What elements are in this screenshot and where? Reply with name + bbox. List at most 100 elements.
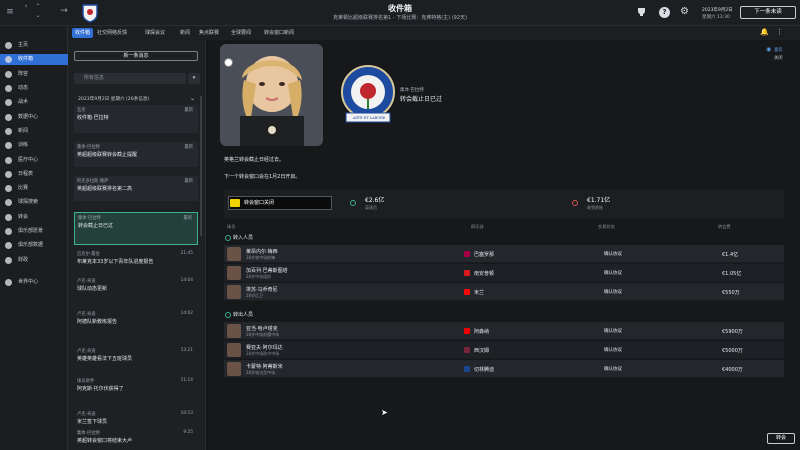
preferences-link[interactable]: 喜欢 (774, 47, 783, 53)
tab-bar: 收件箱 社交网络反馈 球探会议 新闻 焦点联赛 全球要闻 转会窗口新闻 (68, 26, 800, 40)
nav-up-icon[interactable]: ⌃ (32, 3, 44, 10)
incoming-section-header: 转入人员 (224, 233, 784, 243)
sidebar-item-5[interactable]: 数据中心 (0, 112, 68, 123)
message-time: 14:04 (180, 278, 193, 283)
col-fee[interactable]: 转会费 (718, 224, 731, 230)
continue-button[interactable]: 转会 (767, 433, 795, 444)
sidebar-item-label: 新闻 (18, 128, 29, 134)
player-name[interactable]: 卡蒙特·阿蒂斯米 (246, 363, 283, 370)
sidebar-item-6[interactable]: 新闻 (0, 126, 68, 137)
message-subject: 英雄英雄看法下五班球员 (77, 356, 133, 362)
sidebar-item-12[interactable]: 转会 (0, 212, 68, 223)
player-avatar (227, 343, 241, 357)
filter-dropdown-icon[interactable]: ▾ (188, 73, 200, 84)
next-unread-button[interactable]: 下一条未读 (740, 6, 796, 19)
transfer-fee: €5000万 (722, 348, 743, 354)
club-name[interactable]: 阿森纳 (474, 328, 489, 335)
new-message-button[interactable]: 新一条消息 (74, 51, 198, 61)
more-options-icon[interactable]: ⋮ (776, 28, 783, 36)
message-item[interactable]: 卢克·肯迪 13:21 英雄英雄看法下五班球员 (74, 346, 198, 371)
tab-0[interactable]: 收件箱 (72, 28, 94, 38)
message-sender: 卢克·肯迪 (77, 312, 96, 317)
club-name[interactable]: 巴塞罗那 (474, 251, 494, 258)
tab-1[interactable]: 社交网络反馈 (94, 28, 130, 38)
table-row[interactable]: 埃苏·马乔奇尼 28岁后卫 米兰 确认协议 €550万 (224, 283, 784, 301)
settings-gear-icon[interactable]: ⚙ (680, 7, 689, 17)
player-name[interactable]: 加百列·巴蒂斯图塔 (246, 267, 288, 274)
sidebar-item-14[interactable]: 俱乐部数据 (0, 240, 68, 251)
message-item[interactable]: 瓦伦 最新 收件箱·巴拉特 (74, 105, 198, 133)
player-name[interactable]: 莱昂内尔·梅西 (246, 248, 278, 255)
col-club[interactable]: 俱乐部 (471, 224, 484, 230)
club-badge-icon (464, 366, 470, 372)
collapse-chevron-icon[interactable]: ⌄ (190, 95, 195, 102)
sidebar-item-13[interactable]: 俱乐部愿景 (0, 226, 68, 237)
sidebar-item-15[interactable]: 财政 (0, 255, 68, 266)
message-item[interactable]: 卢克·肯迪 10:53 米兰签下球员 (74, 409, 198, 426)
table-row[interactable]: 莱昂内尔·梅西 28岁攻中场前锋 巴塞罗那 确认协议 €1.4亿 (224, 245, 784, 263)
news-line-2: 下一个转会窗口会在1月2日开启。 (224, 174, 301, 180)
message-item[interactable]: 球员助手 11:14 阿克斯·托尔伏获得了 (74, 376, 198, 401)
message-item[interactable]: 集体·巴拉特 最新 英超超级联赛转会截止提醒 (74, 142, 198, 167)
notification-bell-icon[interactable]: 🔔 (760, 28, 769, 36)
spent-label: 英球员 (365, 205, 377, 210)
help-icon[interactable]: ? (659, 7, 670, 18)
message-item[interactable]: 卢克·肯迪 14:04 球队动态更新 (74, 276, 198, 301)
message-list-scrollbar[interactable] (200, 96, 202, 236)
sidebar-item-7[interactable]: 训练 (0, 140, 68, 151)
tab-5[interactable]: 全球要闻 (228, 28, 254, 38)
sidebar-item-8[interactable]: 医疗中心 (0, 155, 68, 166)
sidebar-icon (5, 128, 12, 135)
trophy-icon[interactable] (637, 7, 646, 17)
player-name[interactable]: 亚当·哈卢塔克 (246, 325, 278, 332)
message-item[interactable]: 卢克·肯迪 14:02 阿德队新教练报告 (74, 309, 198, 334)
message-item[interactable]: 迈克尔·詹金 21:45 布莱克本33岁以下青年队进度报告 (74, 249, 198, 274)
sidebar-item-0[interactable]: 主页 (0, 40, 68, 51)
nav-down-icon[interactable]: ⌄ (32, 12, 44, 19)
crest-motto: ARTE ET LABORE (352, 116, 386, 120)
col-player[interactable]: 球员 (227, 224, 235, 230)
tab-4[interactable]: 焦点联赛 (196, 28, 222, 38)
back-arrow-icon[interactable]: ‹ (20, 2, 32, 10)
table-row[interactable]: 亚当·哈卢塔克 28岁中场前腰中场 阿森纳 确认协议 €5900万 (224, 322, 784, 340)
sidebar-icon (5, 257, 12, 264)
sidebar-item-2[interactable]: 阵容 (0, 69, 68, 80)
tab-2[interactable]: 球探会议 (142, 28, 168, 38)
club-badge-icon (464, 328, 470, 334)
player-name[interactable]: 埃苏·马乔奇尼 (246, 286, 278, 293)
table-header: 球员 俱乐部 交易状态 转会费 (224, 222, 784, 232)
tab-3[interactable]: 新闻 (177, 28, 193, 38)
message-item[interactable]: 集体·巴拉特 9:25 英超转会窗口将结束大卢 (74, 428, 198, 445)
sidebar-item-4[interactable]: 战术 (0, 97, 68, 108)
message-time: 13:21 (180, 348, 193, 353)
col-status[interactable]: 交易状态 (598, 224, 615, 230)
sidebar-item-9[interactable]: 日程表 (0, 169, 68, 180)
club-crest-icon[interactable] (81, 3, 99, 23)
message-subject: 英超转会窗口将结束大卢 (77, 438, 133, 444)
message-sender: 卢克·肯迪 (77, 412, 96, 417)
club-name[interactable]: 西汉姆 (474, 347, 489, 354)
sidebar-item-16[interactable]: 世界中心 (0, 277, 68, 288)
table-row[interactable]: 卡蒙特·阿蒂斯米 28岁攻击型中场 切林腾迪 确认协议 €4000万 (224, 360, 784, 378)
sidebar-item-3[interactable]: 动态 (0, 83, 68, 94)
sidebar-item-11[interactable]: 球探搜索 (0, 197, 68, 208)
message-item[interactable]: 集体·巴拉特 最新 转会截止日已过 (74, 212, 198, 245)
table-row[interactable]: 赛亚夫·阿尔玛达 28岁中场防守中场 西汉姆 确认协议 €5000万 (224, 341, 784, 359)
tab-6[interactable]: 转会窗口新闻 (261, 28, 297, 38)
sidebar-item-10[interactable]: 比赛 (0, 183, 68, 194)
sidebar-item-label: 数据中心 (18, 114, 39, 120)
forward-arrow-icon[interactable]: → (58, 6, 70, 16)
club-name[interactable]: 米兰 (474, 289, 484, 296)
club-name[interactable]: 南安普顿 (474, 270, 494, 277)
message-sender: 球员助手 (77, 379, 95, 384)
message-search-input[interactable]: 所有信息 (74, 73, 186, 84)
hamburger-menu-icon[interactable]: ≡ (4, 7, 16, 17)
news-line-1: 英格兰转会截止日经过去。 (224, 157, 285, 163)
message-item[interactable]: 阿克多拉斯·路萨 最新 英超超级联赛排名第二高 (74, 176, 198, 201)
sidebar-item-1[interactable]: 收件箱 (0, 54, 68, 65)
close-news-button[interactable]: 关闭 (774, 55, 783, 61)
player-name[interactable]: 赛亚夫·阿尔玛达 (246, 344, 283, 351)
table-row[interactable]: 加百列·巴蒂斯图塔 28岁中场组织 南安普顿 确认协议 €1.05亿 (224, 264, 784, 282)
club-name[interactable]: 切林腾迪 (474, 366, 494, 373)
sidebar-item-label: 俱乐部数据 (18, 242, 44, 248)
